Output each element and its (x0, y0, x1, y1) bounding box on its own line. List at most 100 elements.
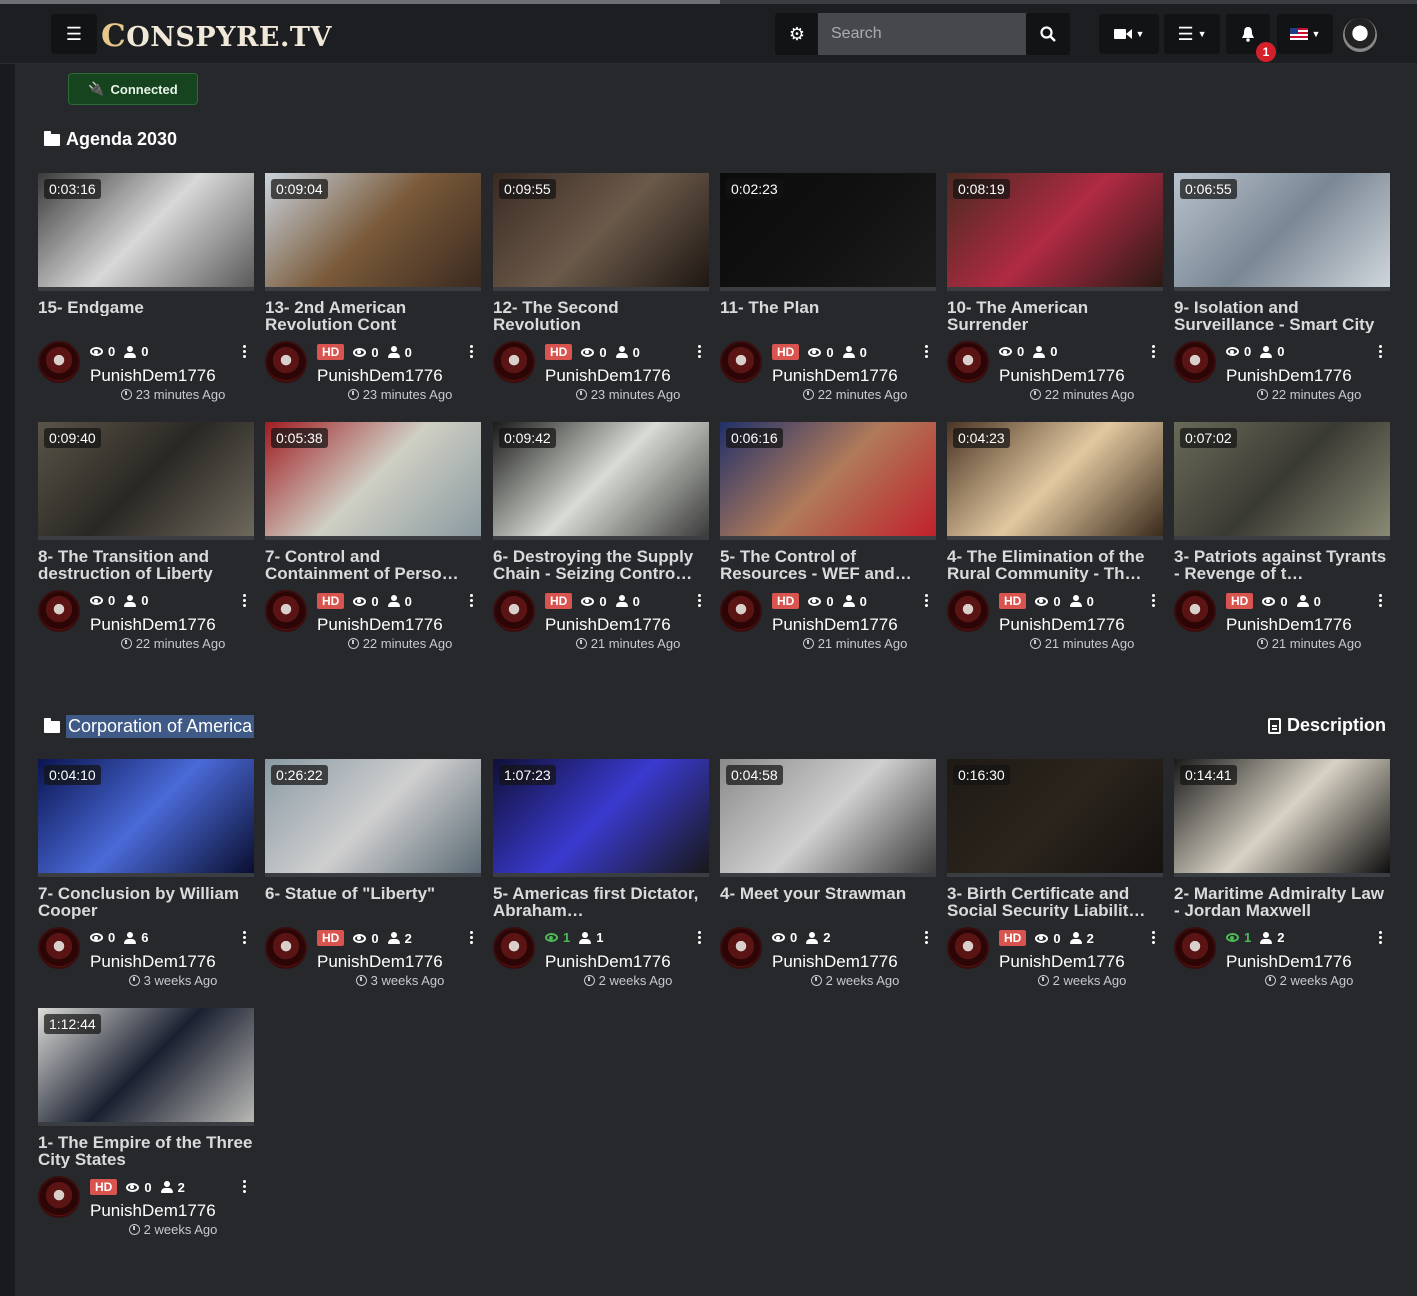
video-card[interactable]: 0:04:10 7- Conclusion by William Cooper 0 6… (38, 759, 255, 994)
video-thumbnail[interactable]: 0:09:55 (493, 173, 709, 291)
video-title[interactable]: 7- Control and Containment of Perso… (265, 548, 482, 582)
filter-sliders-icon[interactable]: ⚙ (775, 13, 819, 55)
channel-avatar[interactable] (947, 927, 989, 969)
more-options-icon[interactable] (470, 594, 474, 608)
video-thumbnail[interactable]: 0:04:58 (720, 759, 936, 877)
more-options-icon[interactable] (470, 345, 474, 359)
channel-avatar[interactable] (265, 590, 307, 632)
channel-avatar[interactable] (720, 590, 762, 632)
more-options-icon[interactable] (470, 931, 474, 945)
video-thumbnail[interactable]: 0:16:30 (947, 759, 1163, 877)
more-options-icon[interactable] (698, 594, 702, 608)
channel-name[interactable]: PunishDem1776 (545, 952, 671, 972)
site-logo[interactable]: CONSPYRE.TV (101, 18, 332, 54)
channel-avatar[interactable] (720, 927, 762, 969)
video-title[interactable]: 3- Patriots against Tyrants - Revenge of… (1174, 548, 1391, 582)
more-options-icon[interactable] (698, 345, 702, 359)
video-card[interactable]: 0:08:19 10- The American Surrender 0 0 Punis… (947, 173, 1164, 408)
video-card[interactable]: 0:14:41 2- Maritime Admiralty Law - Jorda… (1174, 759, 1391, 994)
video-thumbnail[interactable]: 1:12:44 (38, 1008, 254, 1126)
channel-name[interactable]: PunishDem1776 (772, 952, 898, 972)
description-link[interactable]: Description (1268, 715, 1386, 736)
channel-name[interactable]: PunishDem1776 (1226, 952, 1352, 972)
channel-avatar[interactable] (493, 590, 535, 632)
channel-avatar[interactable] (720, 341, 762, 383)
more-options-icon[interactable] (698, 931, 702, 945)
video-thumbnail[interactable]: 0:26:22 (265, 759, 481, 877)
video-title[interactable]: 10- The American Surrender (947, 299, 1164, 333)
search-input[interactable] (818, 13, 1026, 55)
video-card[interactable]: 0:02:23 11- The Plan HD 0 0 PunishDem1776 22 m… (720, 173, 937, 408)
list-menu-icon[interactable]: ☰ ▼ (1164, 14, 1220, 54)
channel-name[interactable]: PunishDem1776 (772, 615, 898, 635)
more-options-icon[interactable] (925, 594, 929, 608)
video-card[interactable]: 0:04:23 4- The Elimination of the Rural C… (947, 422, 1164, 657)
video-card[interactable]: 0:26:22 6- Statue of "Liberty" HD 0 2 PunishD… (265, 759, 482, 994)
channel-avatar[interactable] (38, 927, 80, 969)
channel-name[interactable]: PunishDem1776 (545, 615, 671, 635)
more-options-icon[interactable] (925, 345, 929, 359)
channel-name[interactable]: PunishDem1776 (545, 366, 671, 386)
channel-avatar[interactable] (1174, 590, 1216, 632)
video-card[interactable]: 0:09:04 13- 2nd American Revolution Cont H… (265, 173, 482, 408)
section-title-corporation[interactable]: Corporation of America (44, 715, 255, 738)
channel-name[interactable]: PunishDem1776 (999, 615, 1125, 635)
video-thumbnail[interactable]: 0:09:04 (265, 173, 481, 291)
section-title-agenda[interactable]: Agenda 2030 (44, 129, 177, 150)
video-thumbnail[interactable]: 0:07:02 (1174, 422, 1390, 540)
video-card[interactable]: 1:12:44 1- The Empire of the Three City S… (38, 1008, 255, 1243)
more-options-icon[interactable] (243, 594, 247, 608)
video-thumbnail[interactable]: 0:04:23 (947, 422, 1163, 540)
channel-avatar[interactable] (947, 590, 989, 632)
channel-name[interactable]: PunishDem1776 (90, 615, 216, 635)
channel-avatar[interactable] (1174, 927, 1216, 969)
more-options-icon[interactable] (1152, 931, 1156, 945)
video-title[interactable]: 6- Destroying the Supply Chain - Seizing… (493, 548, 710, 582)
more-options-icon[interactable] (1152, 345, 1156, 359)
video-card[interactable]: 0:09:55 12- The Second Revolution HD 0 0 Puni… (493, 173, 710, 408)
more-options-icon[interactable] (1379, 931, 1383, 945)
video-camera-icon[interactable]: ▼ (1099, 14, 1159, 54)
video-card[interactable]: 0:05:38 7- Control and Containment of Per… (265, 422, 482, 657)
channel-avatar[interactable] (38, 1176, 80, 1218)
video-title[interactable]: 11- The Plan (720, 299, 937, 316)
video-card[interactable]: 0:09:40 8- The Transition and destruction… (38, 422, 255, 657)
video-title[interactable]: 13- 2nd American Revolution Cont (265, 299, 482, 333)
channel-name[interactable]: PunishDem1776 (317, 366, 443, 386)
more-options-icon[interactable] (1152, 594, 1156, 608)
video-title[interactable]: 4- The Elimination of the Rural Communit… (947, 548, 1164, 582)
video-thumbnail[interactable]: 0:06:55 (1174, 173, 1390, 291)
more-options-icon[interactable] (243, 345, 247, 359)
video-title[interactable]: 5- Americas first Dictator, Abraham… (493, 885, 710, 919)
channel-avatar[interactable] (265, 927, 307, 969)
hamburger-menu-icon[interactable]: ☰ (51, 14, 97, 54)
video-thumbnail[interactable]: 0:14:41 (1174, 759, 1390, 877)
video-card[interactable]: 0:06:55 9- Isolation and Surveillance - S… (1174, 173, 1391, 408)
video-title[interactable]: 9- Isolation and Surveillance - Smart Ci… (1174, 299, 1391, 333)
video-title[interactable]: 4- Meet your Strawman (720, 885, 937, 902)
channel-name[interactable]: PunishDem1776 (999, 952, 1125, 972)
channel-name[interactable]: PunishDem1776 (1226, 366, 1352, 386)
channel-name[interactable]: PunishDem1776 (90, 1201, 216, 1221)
video-thumbnail[interactable]: 0:02:23 (720, 173, 936, 291)
video-card[interactable]: 0:04:58 4- Meet your Strawman 0 2 PunishDem1… (720, 759, 937, 994)
video-card[interactable]: 0:09:42 6- Destroying the Supply Chain - … (493, 422, 710, 657)
more-options-icon[interactable] (1379, 345, 1383, 359)
video-thumbnail[interactable]: 1:07:23 (493, 759, 709, 877)
video-title[interactable]: 7- Conclusion by William Cooper (38, 885, 255, 919)
more-options-icon[interactable] (1379, 594, 1383, 608)
video-thumbnail[interactable]: 0:03:16 (38, 173, 254, 291)
video-title[interactable]: 12- The Second Revolution (493, 299, 710, 333)
more-options-icon[interactable] (243, 1180, 247, 1194)
video-thumbnail[interactable]: 0:06:16 (720, 422, 936, 540)
video-thumbnail[interactable]: 0:08:19 (947, 173, 1163, 291)
more-options-icon[interactable] (925, 931, 929, 945)
video-title[interactable]: 15- Endgame (38, 299, 255, 316)
channel-avatar[interactable] (38, 590, 80, 632)
channel-avatar[interactable] (38, 341, 80, 383)
channel-avatar[interactable] (947, 341, 989, 383)
video-title[interactable]: 2- Maritime Admiralty Law - Jordan Maxwe… (1174, 885, 1391, 919)
video-title[interactable]: 8- The Transition and destruction of Lib… (38, 548, 255, 582)
channel-avatar[interactable] (1174, 341, 1216, 383)
user-avatar[interactable] (1343, 18, 1377, 52)
